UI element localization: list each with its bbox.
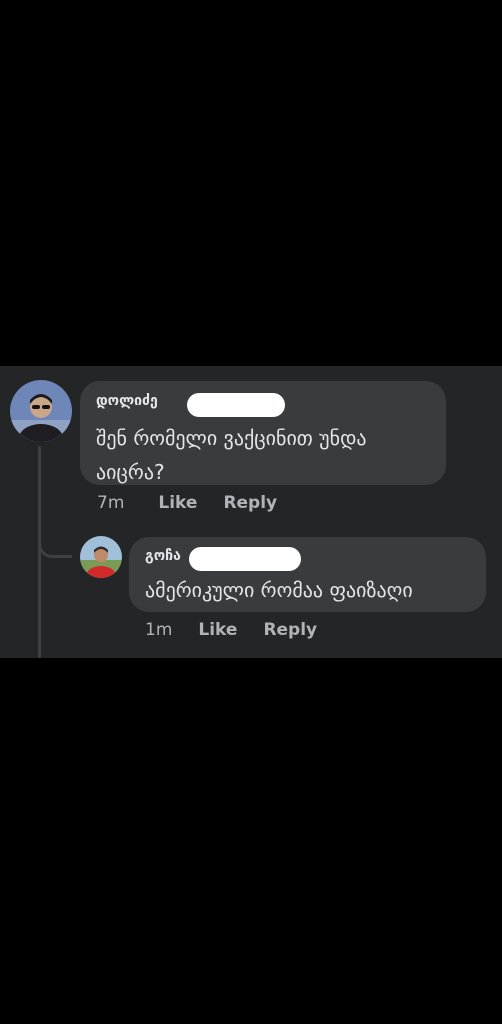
user-photo-icon	[10, 380, 72, 442]
comment-time: 7m	[97, 493, 125, 513]
redacted-name	[187, 393, 285, 417]
comment-bubble[interactable]: გოჩა ამერიკული რომაა ფაიზაღი	[129, 537, 486, 612]
reply-button[interactable]: Reply	[223, 493, 277, 513]
comment-bubble[interactable]: დოლიძე შენ რომელი ვაქცინით უნდა აიცრა?	[80, 381, 446, 485]
comment-actions: 7m Like Reply	[97, 493, 303, 513]
comment-text-line: შენ რომელი ვაქცინით უნდა	[96, 426, 367, 450]
comment-text-line: აიცრა?	[96, 460, 165, 484]
comment-text: შენ რომელი ვაქცინით უნდა აიცრა?	[96, 421, 436, 489]
reply-button[interactable]: Reply	[263, 620, 317, 640]
comment-text: ამერიკული რომაა ფაიზაღი	[145, 578, 413, 602]
avatar[interactable]	[10, 380, 72, 442]
redacted-name	[189, 547, 301, 571]
avatar[interactable]	[80, 536, 122, 578]
like-button[interactable]: Like	[158, 493, 197, 513]
like-button[interactable]: Like	[198, 620, 237, 640]
user-photo-icon	[80, 536, 122, 578]
comment-author[interactable]: გოჩა	[145, 548, 181, 564]
comment-actions: 1m Like Reply	[145, 620, 343, 640]
comment-time: 1m	[145, 620, 173, 640]
reply-connector	[38, 520, 72, 558]
comment-author[interactable]: დოლიძე	[96, 393, 158, 409]
